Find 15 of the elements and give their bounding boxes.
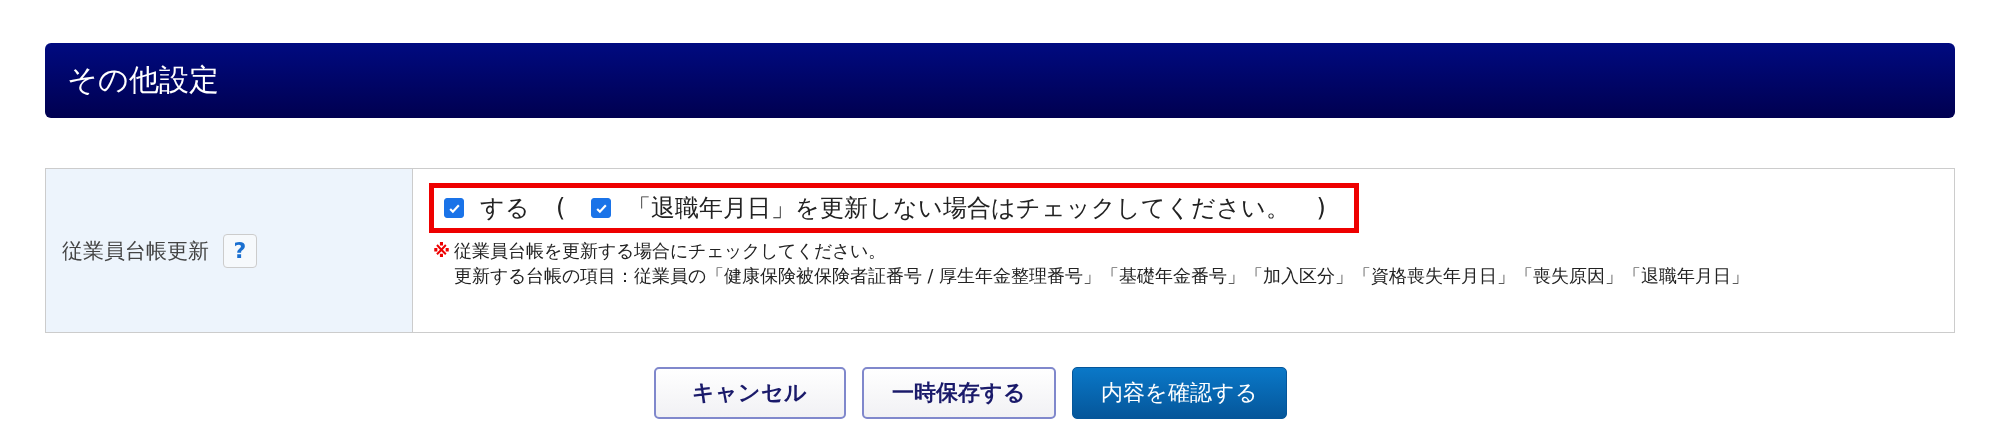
parenthesis: ( xyxy=(556,194,566,222)
checkbox[interactable]: する xyxy=(444,192,530,224)
checkbox-icon[interactable] xyxy=(444,198,464,218)
action-button[interactable]: 一時保存する xyxy=(861,367,1056,419)
checkbox[interactable]: 「退職年月日」を更新しない場合はチェックしてください。 xyxy=(591,192,1291,224)
confirm-button[interactable]: 内容を確認する xyxy=(1071,367,1287,419)
note-text: 従業員台帳を更新する場合にチェックしてください。 xyxy=(454,240,887,263)
parenthesis: ) xyxy=(1316,194,1326,222)
section-title: その他設定 xyxy=(67,61,219,99)
note-text: 更新する台帳の項目：従業員の「健康保険被保険者証番号 / 厚生年金整理番号」「基礎年金番号」「加入区分」「資格喪失年月日」「喪失原因」「退職年月日」 xyxy=(454,265,1751,288)
checkbox-icon[interactable] xyxy=(591,198,612,218)
field-label: 従業員台帳更新 xyxy=(62,237,209,265)
help-button[interactable]: ? xyxy=(223,233,257,268)
action-button[interactable]: キャンセル xyxy=(653,367,846,419)
note-mark: ※ xyxy=(433,240,450,263)
